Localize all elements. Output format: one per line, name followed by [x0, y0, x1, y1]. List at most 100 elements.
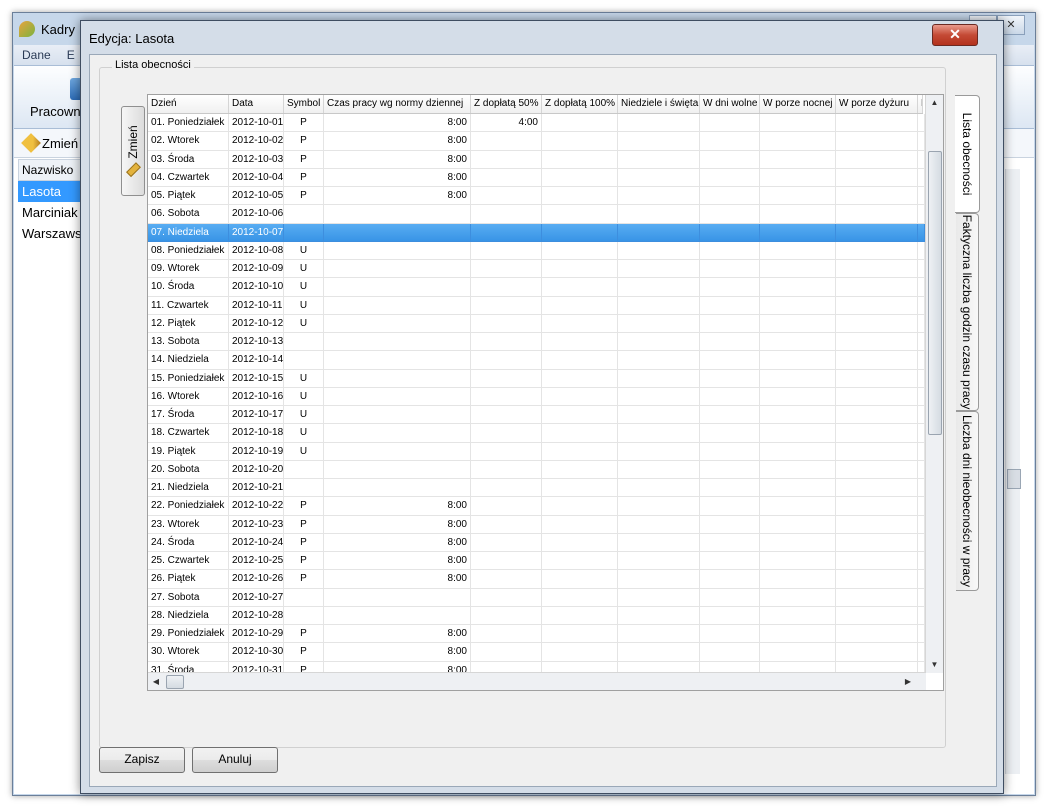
column-header[interactable]: N: [918, 95, 923, 113]
table-cell[interactable]: 20. Sobota: [148, 460, 229, 479]
table-row[interactable]: 25. Czwartek 2012-10-25 P 8:00: [148, 552, 925, 571]
table-cell[interactable]: 16. Wtorek: [148, 387, 229, 406]
table-cell[interactable]: [618, 278, 700, 297]
table-cell[interactable]: [760, 168, 836, 187]
table-cell[interactable]: [471, 132, 542, 151]
table-cell[interactable]: [284, 205, 324, 224]
table-cell[interactable]: [284, 588, 324, 607]
table-cell[interactable]: [836, 515, 918, 534]
table-cell[interactable]: 04. Czwartek: [148, 168, 229, 187]
table-cell[interactable]: [700, 497, 760, 516]
table-cell[interactable]: [471, 442, 542, 461]
table-cell[interactable]: [700, 168, 760, 187]
table-cell[interactable]: [324, 479, 471, 498]
table-cell[interactable]: [542, 479, 618, 498]
table-cell[interactable]: [542, 223, 618, 242]
table-cell[interactable]: [918, 606, 925, 625]
table-cell[interactable]: [700, 588, 760, 607]
table-cell[interactable]: [836, 442, 918, 461]
table-cell[interactable]: 2012-10-06: [229, 205, 284, 224]
table-row[interactable]: 29. Poniedziałek 2012-10-29 P 8:00: [148, 625, 925, 644]
table-cell[interactable]: U: [284, 260, 324, 279]
table-cell[interactable]: [618, 606, 700, 625]
table-cell[interactable]: [836, 460, 918, 479]
table-cell[interactable]: [542, 570, 618, 589]
table-cell[interactable]: U: [284, 296, 324, 315]
change-button[interactable]: Zmień: [121, 106, 145, 196]
table-cell[interactable]: [618, 442, 700, 461]
table-cell[interactable]: [542, 515, 618, 534]
column-header[interactable]: Niedziele i święta: [618, 95, 700, 113]
table-cell[interactable]: [618, 223, 700, 242]
table-cell[interactable]: [324, 351, 471, 370]
table-cell[interactable]: [836, 570, 918, 589]
table-cell[interactable]: 06. Sobota: [148, 205, 229, 224]
table-cell[interactable]: [542, 205, 618, 224]
table-cell[interactable]: [618, 351, 700, 370]
grid-horizontal-scrollbar[interactable]: ◀ ▶: [148, 672, 926, 690]
table-row[interactable]: 08. Poniedziałek 2012-10-08 U: [148, 241, 925, 260]
table-cell[interactable]: [542, 314, 618, 333]
table-cell[interactable]: [760, 387, 836, 406]
table-cell[interactable]: 2012-10-29: [229, 625, 284, 644]
table-cell[interactable]: [700, 570, 760, 589]
table-cell[interactable]: [760, 625, 836, 644]
table-cell[interactable]: [836, 552, 918, 571]
table-cell[interactable]: [760, 241, 836, 260]
table-cell[interactable]: [836, 606, 918, 625]
table-cell[interactable]: [918, 515, 925, 534]
table-cell[interactable]: P: [284, 570, 324, 589]
table-cell[interactable]: [760, 223, 836, 242]
table-cell[interactable]: [918, 570, 925, 589]
table-cell[interactable]: [700, 132, 760, 151]
table-cell[interactable]: [700, 460, 760, 479]
table-cell[interactable]: [918, 387, 925, 406]
table-cell[interactable]: 2012-10-14: [229, 351, 284, 370]
table-cell[interactable]: [918, 132, 925, 151]
table-cell[interactable]: [918, 533, 925, 552]
table-cell[interactable]: [836, 406, 918, 425]
table-cell[interactable]: [918, 314, 925, 333]
table-cell[interactable]: [700, 314, 760, 333]
table-cell[interactable]: [284, 223, 324, 242]
table-cell[interactable]: U: [284, 387, 324, 406]
table-cell[interactable]: [760, 643, 836, 662]
table-cell[interactable]: 8:00: [324, 552, 471, 571]
table-cell[interactable]: [284, 479, 324, 498]
table-cell[interactable]: 2012-10-22: [229, 497, 284, 516]
scroll-right-arrow-icon[interactable]: ▶: [900, 673, 916, 690]
table-cell[interactable]: [836, 223, 918, 242]
table-cell[interactable]: [542, 168, 618, 187]
table-cell[interactable]: 2012-10-08: [229, 241, 284, 260]
table-cell[interactable]: 09. Wtorek: [148, 260, 229, 279]
table-cell[interactable]: P: [284, 132, 324, 151]
table-cell[interactable]: [542, 114, 618, 133]
table-cell[interactable]: [760, 552, 836, 571]
grid-hscroll-thumb[interactable]: [166, 675, 184, 689]
table-cell[interactable]: [324, 241, 471, 260]
column-header[interactable]: W porze dyżuru: [836, 95, 918, 113]
table-cell[interactable]: [836, 424, 918, 443]
table-cell[interactable]: 8:00: [324, 150, 471, 169]
cancel-button[interactable]: Anuluj: [192, 747, 278, 773]
table-cell[interactable]: [324, 260, 471, 279]
table-cell[interactable]: [471, 643, 542, 662]
table-cell[interactable]: [618, 643, 700, 662]
table-cell[interactable]: [618, 205, 700, 224]
table-cell[interactable]: 08. Poniedziałek: [148, 241, 229, 260]
table-cell[interactable]: [836, 278, 918, 297]
table-cell[interactable]: [700, 278, 760, 297]
table-cell[interactable]: P: [284, 150, 324, 169]
table-cell[interactable]: [542, 260, 618, 279]
table-cell[interactable]: [471, 168, 542, 187]
table-cell[interactable]: 2012-10-04: [229, 168, 284, 187]
table-row[interactable]: 11. Czwartek 2012-10-11 U: [148, 296, 925, 315]
table-row[interactable]: 21. Niedziela 2012-10-21: [148, 479, 925, 498]
table-cell[interactable]: [836, 314, 918, 333]
table-cell[interactable]: [471, 497, 542, 516]
table-cell[interactable]: [760, 132, 836, 151]
table-cell[interactable]: [700, 114, 760, 133]
column-header[interactable]: Data: [229, 95, 284, 113]
table-cell[interactable]: 2012-10-11: [229, 296, 284, 315]
table-cell[interactable]: [618, 314, 700, 333]
